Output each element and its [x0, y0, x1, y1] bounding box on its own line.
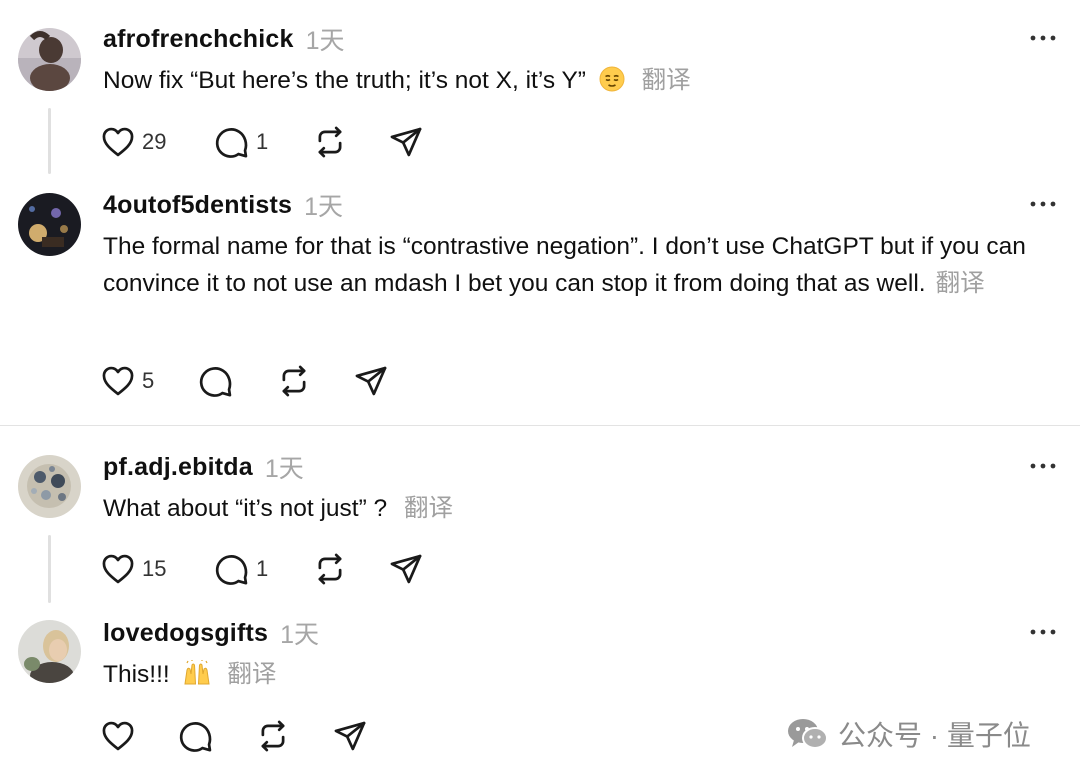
like-count: 29: [142, 129, 167, 154]
share-button[interactable]: [332, 716, 368, 756]
reply-bubble-icon: [178, 718, 214, 754]
heart-icon: [100, 551, 136, 587]
repost-button[interactable]: [276, 361, 312, 401]
repost-button[interactable]: [255, 716, 291, 756]
post-text: What about “it’s not just” ? 翻译: [103, 490, 1058, 527]
translate-link[interactable]: 翻译: [227, 661, 276, 688]
send-icon: [388, 551, 424, 587]
thread-line: [48, 108, 51, 174]
send-icon: [353, 363, 389, 399]
relieved-face-emoji-icon: [599, 66, 625, 92]
like-count: 15: [142, 556, 167, 581]
username[interactable]: lovedogsgifts: [103, 619, 268, 648]
username[interactable]: afrofrenchchick: [103, 25, 294, 54]
post-body: The formal name for that is “contrastive…: [103, 233, 1026, 297]
repost-icon: [255, 718, 291, 754]
divider: [0, 425, 1080, 426]
post-text: Now fix “But here’s the truth; it’s not …: [103, 62, 1058, 99]
share-button[interactable]: [353, 361, 389, 401]
username[interactable]: 4outof5dentists: [103, 191, 292, 220]
repost-button[interactable]: [312, 549, 348, 589]
thread-line: [48, 535, 51, 603]
watermark: 公众号 · 量子位: [786, 712, 1031, 756]
reply-bubble-icon: [214, 124, 250, 160]
repost-icon: [276, 363, 312, 399]
raising-hands-emoji-icon: [183, 660, 210, 685]
avatar[interactable]: [18, 28, 81, 91]
heart-icon: [100, 124, 136, 160]
translate-link[interactable]: 翻译: [642, 67, 691, 94]
like-button[interactable]: 5: [100, 361, 154, 401]
more-options-icon[interactable]: [1028, 26, 1058, 50]
like-button[interactable]: 29: [100, 122, 166, 162]
reply-bubble-icon: [198, 363, 234, 399]
share-button[interactable]: [388, 122, 424, 162]
like-count: 5: [142, 368, 155, 393]
translate-link[interactable]: 翻译: [404, 495, 453, 522]
avatar[interactable]: [18, 620, 81, 683]
translate-link[interactable]: 翻译: [936, 270, 985, 297]
avatar[interactable]: [18, 193, 81, 256]
reply-button[interactable]: 1: [214, 549, 268, 589]
reply-button[interactable]: [178, 716, 214, 756]
heart-icon: [100, 718, 136, 754]
wechat-icon: [788, 719, 828, 749]
post-body: This!!!: [103, 661, 170, 688]
more-options-icon[interactable]: [1028, 192, 1058, 216]
reply-count: 1: [256, 556, 269, 581]
repost-icon: [312, 124, 348, 160]
timestamp: 1天: [264, 455, 304, 483]
reply-bubble-icon: [214, 551, 250, 587]
post-body: Now fix “But here’s the truth; it’s not …: [103, 67, 586, 94]
reply-button[interactable]: [198, 361, 234, 401]
post-text: The formal name for that is “contrastive…: [103, 228, 1058, 302]
more-options-icon[interactable]: [1028, 620, 1058, 644]
reply-count: 1: [256, 129, 269, 154]
send-icon: [388, 124, 424, 160]
more-options-icon[interactable]: [1028, 454, 1058, 478]
timestamp: 1天: [280, 621, 320, 649]
post-body: What about “it’s not just” ?: [103, 495, 388, 522]
timestamp: 1天: [305, 27, 345, 55]
like-button[interactable]: [100, 716, 136, 756]
repost-icon: [312, 551, 348, 587]
reply-button[interactable]: 1: [214, 122, 268, 162]
watermark-text: 公众号 · 量子位: [838, 720, 1031, 751]
share-button[interactable]: [388, 549, 424, 589]
avatar[interactable]: [18, 455, 81, 518]
username[interactable]: pf.adj.ebitda: [103, 453, 253, 482]
repost-button[interactable]: [312, 122, 348, 162]
timestamp: 1天: [304, 193, 344, 221]
heart-icon: [100, 363, 136, 399]
like-button[interactable]: 15: [100, 549, 166, 589]
post-text: This!!! 翻译: [103, 656, 1058, 693]
send-icon: [332, 718, 368, 754]
